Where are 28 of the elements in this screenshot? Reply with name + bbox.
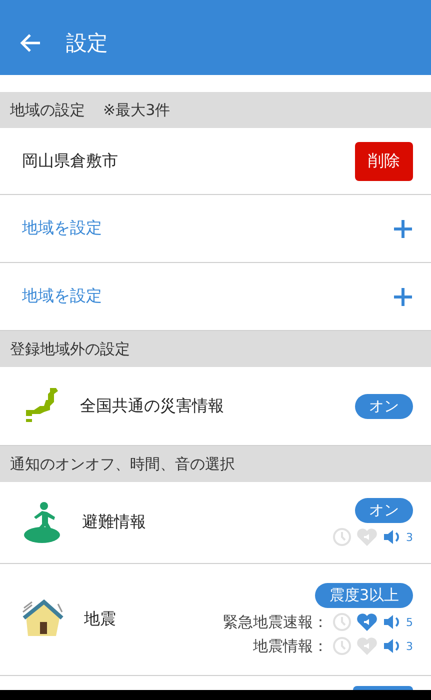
region-name: 岡山県倉敷市	[22, 150, 118, 172]
next-item-button[interactable]	[353, 686, 413, 690]
vibrate-heart-icon[interactable]	[356, 612, 378, 632]
plus-icon[interactable]	[393, 218, 413, 238]
plus-icon[interactable]	[393, 286, 413, 306]
section-title: 登録地域外の設定	[10, 340, 130, 358]
page-title: 設定	[66, 30, 108, 56]
setting-button[interactable]: オン	[355, 498, 413, 523]
section-title: 通知のオンオフ、時間、音の選択	[10, 454, 235, 474]
speaker-icon[interactable]	[382, 527, 402, 547]
setting-label: 地震情報：	[253, 636, 328, 656]
section-title: 地域の設定	[10, 100, 85, 120]
setting-label: 緊急地震速報：	[223, 612, 328, 632]
add-region-link[interactable]: 地域を設定	[22, 286, 102, 307]
volume-level: 5	[406, 616, 413, 628]
volume-level: 3	[406, 530, 413, 544]
toggle-button[interactable]: オン	[355, 394, 413, 418]
item-name: 全国共通の災害情報	[80, 396, 224, 416]
add-region-link[interactable]: 地域を設定	[22, 218, 102, 239]
delete-button[interactable]: 削除	[355, 142, 413, 180]
back-arrow-icon[interactable]	[20, 32, 42, 52]
volume-level: 3	[406, 640, 413, 652]
item-name: 避難情報	[82, 512, 146, 533]
speaker-icon[interactable]	[382, 636, 402, 656]
setting-button[interactable]: 震度3以上	[315, 583, 413, 608]
item-name: 地震	[84, 609, 116, 630]
section-note: ※最大3件	[103, 100, 170, 120]
speaker-icon[interactable]	[382, 612, 402, 632]
